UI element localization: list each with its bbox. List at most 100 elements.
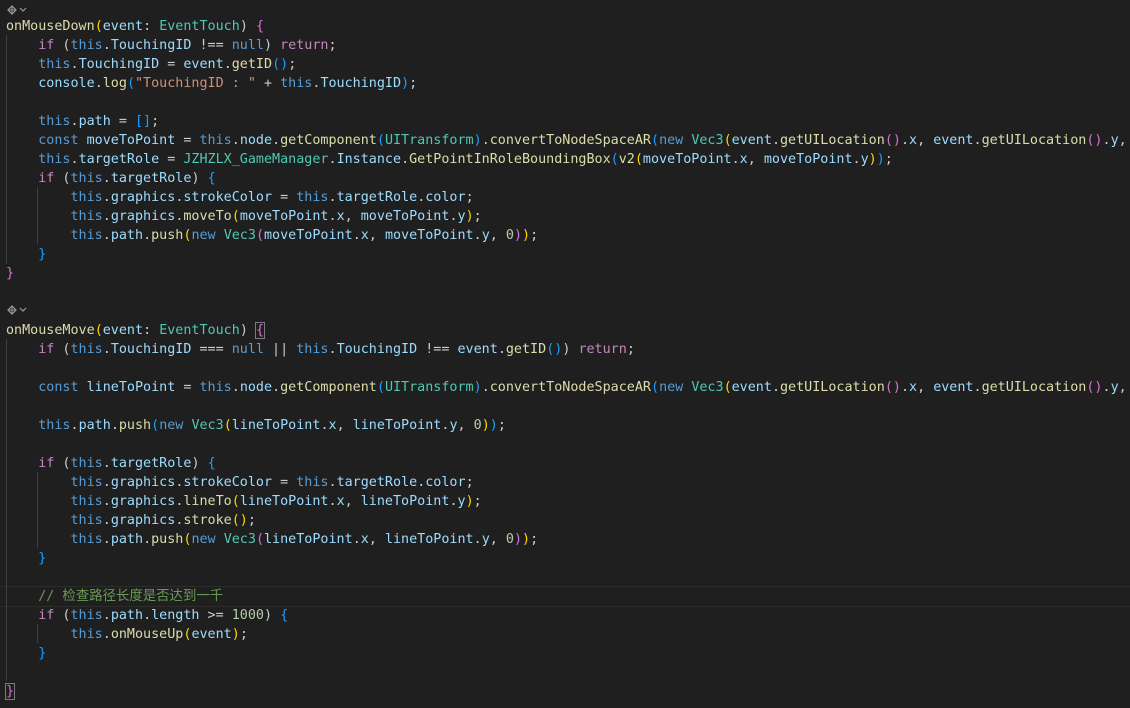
bracket: )	[522, 228, 531, 243]
code-line[interactable]: this.graphics.strokeColor = this.targetR…	[6, 473, 474, 492]
identifier: y	[481, 228, 490, 243]
identifier: targetRole	[78, 152, 160, 167]
code-line[interactable]: this.graphics.strokeColor = this.targetR…	[6, 188, 474, 207]
constant-name: lineToPoint	[239, 494, 329, 509]
code-line[interactable]: }	[4, 682, 16, 701]
code-line[interactable]: this.path.push(new Vec3(moveToPoint.x, m…	[6, 226, 539, 245]
references-codelens-icon[interactable]	[6, 300, 28, 319]
identifier: event	[102, 323, 144, 338]
punctuation: .	[102, 171, 111, 186]
code-line[interactable]: if (this.TouchingID !== null) return;	[6, 36, 336, 55]
identifier: targetRole	[336, 475, 418, 490]
function-name: onMouseDown	[6, 19, 95, 34]
code-line[interactable]: onMouseMove(event: EventTouch) {	[6, 321, 266, 340]
code-line[interactable]: console.log("TouchingID : " + this.Touch…	[6, 74, 417, 93]
punctuation: ;	[409, 76, 418, 91]
identifier: x	[336, 494, 345, 509]
code-line[interactable]: if (this.targetRole) {	[6, 454, 215, 473]
code-line[interactable]: const moveToPoint = this.node.getCompone…	[6, 131, 1130, 150]
code-line[interactable]: this.targetRole = JZHZLX_GameManager.Ins…	[6, 150, 893, 169]
bracket: )	[513, 228, 522, 243]
type-name: UITransform	[384, 133, 474, 148]
punctuation: ;	[288, 57, 297, 72]
keyword: this	[296, 475, 329, 490]
punctuation: ;	[884, 152, 893, 167]
punctuation: .	[1102, 133, 1111, 148]
identifier: y	[457, 494, 466, 509]
punctuation: .	[852, 152, 861, 167]
punctuation	[79, 380, 87, 395]
control-keyword: return	[280, 38, 329, 53]
code-line[interactable]: this.TouchingID = event.getID();	[6, 55, 296, 74]
code-line[interactable]: }	[6, 549, 46, 568]
identifier: x	[909, 380, 918, 395]
keyword: this	[38, 152, 71, 167]
code-line[interactable]: if (this.TouchingID === null || this.Tou…	[6, 340, 635, 359]
bracket: )	[522, 532, 531, 547]
punctuation: ,	[917, 133, 934, 148]
punctuation: .	[110, 418, 119, 433]
code-line[interactable]: const lineToPoint = this.node.getCompone…	[6, 378, 1130, 397]
punctuation	[6, 494, 71, 509]
function-name: getUILocation	[981, 380, 1087, 395]
punctuation	[6, 589, 38, 604]
number-literal: 0	[505, 532, 514, 547]
punctuation: .	[102, 627, 111, 642]
code-line[interactable]: this.graphics.lineTo(lineToPoint.x, line…	[6, 492, 482, 511]
code-line[interactable]: this.onMouseUp(event);	[6, 625, 248, 644]
keyword: this	[70, 171, 103, 186]
code-line[interactable]: onMouseDown(event: EventTouch) {	[6, 17, 264, 36]
identifier: length	[151, 608, 200, 623]
code-line[interactable]: }	[6, 245, 46, 264]
code-line[interactable]: this.path.push(new Vec3(lineToPoint.x, l…	[6, 416, 506, 435]
code-line[interactable]: this.path.push(new Vec3(lineToPoint.x, l…	[6, 530, 539, 549]
keyword: this	[70, 456, 103, 471]
identifier: targetRole	[110, 456, 192, 471]
code-line[interactable]: this.graphics.moveTo(moveToPoint.x, move…	[6, 207, 482, 226]
punctuation: .	[352, 532, 361, 547]
punctuation: ,	[368, 532, 385, 547]
punctuation	[6, 171, 38, 186]
punctuation: ,	[489, 532, 506, 547]
code-line[interactable]: // 检查路径长度是否达到一千	[6, 587, 223, 606]
bracket: {	[280, 608, 289, 623]
punctuation: ;	[626, 342, 635, 357]
punctuation: =	[110, 114, 135, 129]
code-line[interactable]: this.graphics.stroke();	[6, 511, 256, 530]
bracket: (	[376, 133, 385, 148]
control-keyword: if	[38, 456, 55, 471]
punctuation: (	[54, 608, 71, 623]
punctuation: .	[481, 380, 490, 395]
control-keyword: if	[38, 171, 55, 186]
bracket: )	[473, 133, 482, 148]
punctuation: )	[191, 171, 208, 186]
code-editor[interactable]: onMouseDown(event: EventTouch) { if (thi…	[0, 0, 1130, 708]
bracket: ()	[546, 342, 563, 357]
punctuation: ;	[247, 513, 256, 528]
function-name: getUILocation	[981, 133, 1087, 148]
function-name: getUILocation	[780, 380, 885, 395]
identifier: event	[457, 342, 498, 357]
punctuation	[216, 532, 224, 547]
bracket: (	[723, 380, 732, 395]
punctuation	[79, 133, 87, 148]
punctuation: ,	[747, 152, 764, 167]
keyword: this	[70, 209, 103, 224]
code-line[interactable]: if (this.path.length >= 1000) {	[6, 606, 288, 625]
code-line[interactable]: }	[6, 644, 46, 663]
function-name: push	[151, 532, 184, 547]
code-line[interactable]: }	[6, 264, 14, 283]
punctuation	[6, 57, 38, 72]
punctuation: .	[771, 133, 780, 148]
punctuation: ;	[530, 228, 539, 243]
bracket: {	[207, 171, 216, 186]
code-line[interactable]: if (this.targetRole) {	[6, 169, 216, 188]
bracket: ()	[231, 513, 248, 528]
punctuation: .	[352, 228, 361, 243]
code-line[interactable]: this.path = [];	[6, 112, 159, 131]
identifier: y	[449, 418, 458, 433]
punctuation: ;	[497, 418, 506, 433]
bracket: }	[4, 683, 16, 700]
punctuation: ,	[344, 209, 361, 224]
punctuation: ,	[344, 494, 361, 509]
